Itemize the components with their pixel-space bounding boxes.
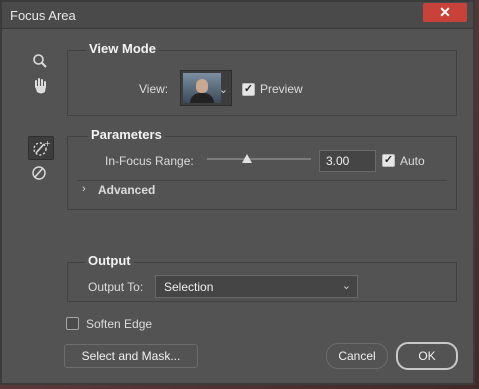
- preview-label: Preview: [260, 82, 303, 96]
- chevron-down-icon: ⌄: [218, 84, 228, 96]
- focus-area-add-tool[interactable]: +: [28, 136, 54, 160]
- svg-text:+: +: [44, 139, 50, 148]
- hand-tool[interactable]: [28, 75, 52, 97]
- thumbnail-face: [196, 79, 208, 93]
- parameters-heading: Parameters: [88, 127, 165, 142]
- zoom-tool[interactable]: [28, 50, 52, 72]
- window-title: Focus Area: [10, 8, 76, 23]
- hand-icon: [35, 78, 46, 94]
- view-mode-heading: View Mode: [86, 41, 159, 56]
- close-button[interactable]: ✕: [423, 3, 467, 22]
- output-heading: Output: [85, 253, 134, 268]
- thumbnail-body: [190, 93, 214, 103]
- in-focus-range-input[interactable]: 3.00: [319, 150, 376, 172]
- focus-area-subtract-icon: [32, 166, 46, 180]
- divider: [77, 180, 447, 181]
- advanced-toggle[interactable]: Advanced: [98, 183, 155, 197]
- in-focus-range-label: In-Focus Range:: [105, 154, 194, 168]
- auto-checkbox[interactable]: ✓: [382, 154, 395, 167]
- view-thumbnail: [183, 73, 221, 103]
- chevron-down-icon: ⌄: [341, 280, 351, 292]
- title-bar[interactable]: Focus Area ✕: [2, 2, 473, 29]
- focus-area-add-icon: +: [33, 139, 50, 156]
- ok-button[interactable]: OK: [396, 342, 458, 370]
- chevron-right-icon[interactable]: ›: [82, 183, 86, 195]
- view-mode-dropdown[interactable]: ⌄: [180, 70, 232, 106]
- close-icon: ✕: [439, 4, 451, 20]
- soften-edge-checkbox[interactable]: [66, 317, 79, 330]
- select-and-mask-button[interactable]: Select and Mask...: [64, 344, 198, 368]
- output-to-select[interactable]: Selection ⌄: [155, 275, 358, 298]
- output-to-value: Selection: [164, 280, 214, 294]
- slider-handle[interactable]: [241, 154, 252, 163]
- zoom-icon: [33, 54, 47, 68]
- soften-edge-label: Soften Edge: [86, 317, 153, 331]
- auto-label: Auto: [400, 154, 425, 168]
- in-focus-range-slider[interactable]: [207, 158, 311, 160]
- output-to-label: Output To:: [88, 280, 144, 294]
- preview-checkbox[interactable]: ✓: [242, 83, 255, 96]
- focus-area-dialog: Focus Area ✕ + View Mode View: ⌄ ✓ Previ…: [0, 0, 475, 385]
- parameters-group: [67, 136, 457, 210]
- view-label: View:: [139, 82, 169, 96]
- focus-area-subtract-tool[interactable]: [28, 161, 52, 183]
- cancel-button[interactable]: Cancel: [326, 343, 388, 369]
